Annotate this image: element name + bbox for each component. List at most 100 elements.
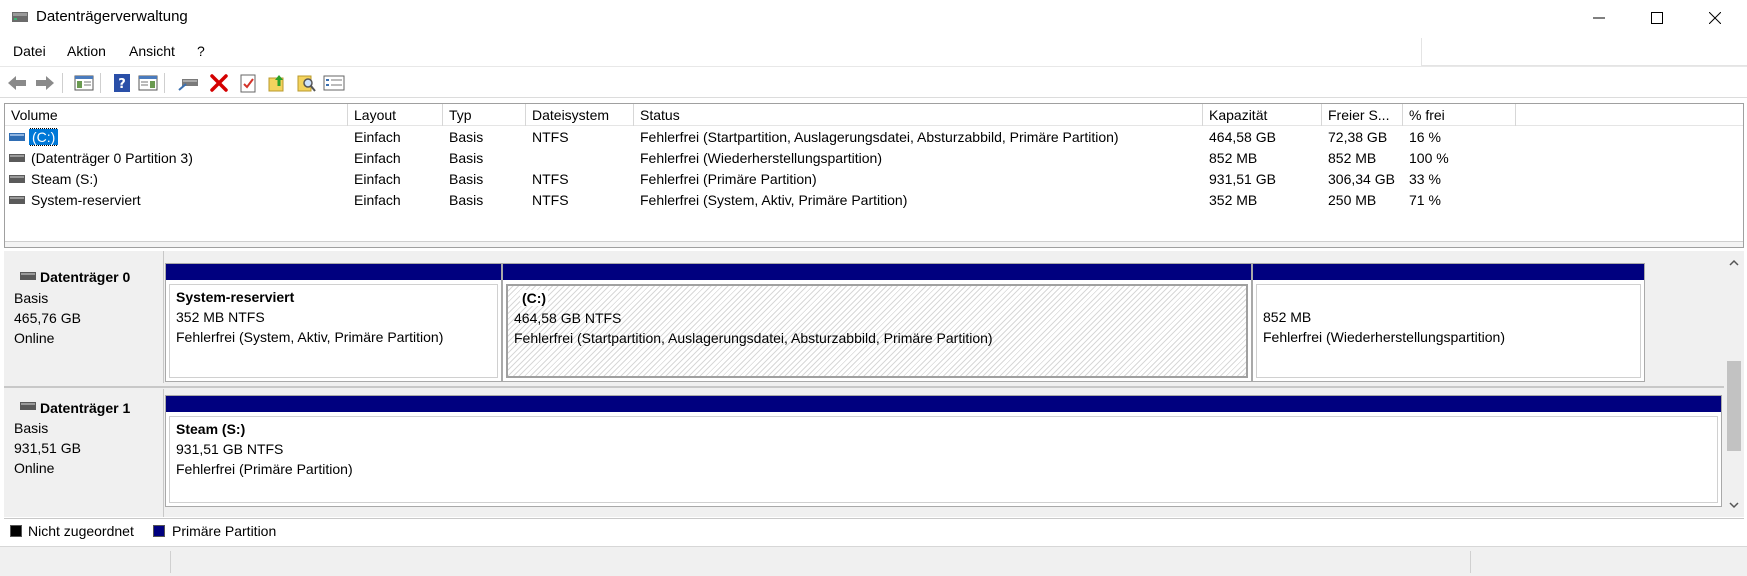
partition-bar bbox=[1253, 264, 1644, 280]
menu-help[interactable]: ? bbox=[197, 43, 205, 59]
up-folder-icon bbox=[268, 75, 284, 92]
partition-recovery[interactable]: 852 MB Fehlerfrei (Wiederherstellungspar… bbox=[1252, 263, 1645, 382]
up-folder-button[interactable] bbox=[266, 72, 288, 94]
volume-row-system-reserviert[interactable]: System-reserviert Einfach Basis NTFS Feh… bbox=[5, 190, 1743, 211]
menu-ansicht[interactable]: Ansicht bbox=[129, 43, 175, 59]
volume-list-horizontal-scrollbar[interactable] bbox=[5, 241, 1743, 247]
partition-c[interactable]: (C:) 464,58 GB NTFS Fehlerfrei (Startpar… bbox=[502, 263, 1252, 382]
disk-1-info[interactable]: Datenträger 1 Basis 931,51 GB Online bbox=[4, 389, 164, 517]
title-bar: Datenträgerverwaltung bbox=[0, 0, 1747, 36]
toolbar: ? bbox=[0, 66, 1747, 98]
volume-kapazitaet: 931,51 GB bbox=[1209, 171, 1276, 187]
disk-0-info[interactable]: Datenträger 0 Basis 465,76 GB Online bbox=[4, 251, 164, 383]
connect-drive-button[interactable] bbox=[178, 72, 200, 94]
column-header-status[interactable]: Status bbox=[634, 104, 1203, 126]
legend-unallocated-label: Nicht zugeordnet bbox=[28, 523, 134, 539]
volume-layout: Einfach bbox=[354, 129, 401, 145]
partition-system-reserviert[interactable]: System-reserviert 352 MB NTFS Fehlerfrei… bbox=[165, 263, 502, 382]
volume-prozent-frei: 100 % bbox=[1409, 150, 1449, 166]
disk-1-size: 931,51 GB bbox=[14, 440, 81, 456]
volume-prozent-frei: 33 % bbox=[1409, 171, 1441, 187]
forward-arrow-icon bbox=[36, 76, 54, 90]
volume-status: Fehlerfrei (Wiederherstellungspartition) bbox=[640, 150, 882, 166]
volume-typ: Basis bbox=[449, 192, 484, 208]
volume-icon bbox=[9, 133, 25, 141]
toolbar-separator bbox=[100, 73, 101, 93]
properties-icon bbox=[240, 74, 256, 93]
scroll-down-icon[interactable] bbox=[1728, 499, 1740, 511]
partition-status: Fehlerfrei (System, Aktiv, Primäre Parti… bbox=[176, 329, 444, 345]
volume-name: (C:) bbox=[29, 128, 59, 146]
disk-0-name: Datenträger 0 bbox=[40, 269, 131, 285]
forward-button[interactable] bbox=[34, 72, 56, 94]
svg-text:?: ? bbox=[118, 77, 126, 92]
menu-datei[interactable]: Datei bbox=[13, 43, 46, 59]
connect-drive-icon bbox=[178, 79, 198, 91]
volume-name: Steam (S:) bbox=[31, 171, 98, 187]
volume-row-c[interactable]: (C:) Einfach Basis NTFS Fehlerfrei (Star… bbox=[5, 127, 1743, 148]
rescan-button[interactable] bbox=[295, 72, 317, 94]
partition-name: (C:) bbox=[520, 290, 549, 306]
close-button[interactable] bbox=[1686, 0, 1744, 36]
volume-typ: Basis bbox=[449, 129, 484, 145]
toolbar-separator bbox=[62, 73, 63, 93]
show-action-pane-button[interactable] bbox=[137, 72, 159, 94]
toolbar-separator bbox=[164, 73, 165, 93]
volume-row-steam[interactable]: Steam (S:) Einfach Basis NTFS Fehlerfrei… bbox=[5, 169, 1743, 190]
partition-name: System-reserviert bbox=[176, 289, 295, 305]
scrollbar-thumb[interactable] bbox=[1727, 361, 1741, 451]
minimize-button[interactable] bbox=[1570, 0, 1628, 36]
back-button[interactable] bbox=[6, 72, 28, 94]
help-button[interactable]: ? bbox=[111, 72, 133, 94]
partition-size: 464,58 GB NTFS bbox=[514, 310, 622, 326]
disk-1-state: Online bbox=[14, 460, 55, 476]
partition-steam[interactable]: Steam (S:) 931,51 GB NTFS Fehlerfrei (Pr… bbox=[165, 395, 1722, 507]
close-icon bbox=[1709, 12, 1721, 24]
volume-list-header: Volume Layout Typ Dateisystem Status Kap… bbox=[5, 104, 1743, 126]
legend-primary-swatch bbox=[153, 525, 165, 537]
menu-bar-right-area bbox=[1421, 38, 1747, 66]
volume-row-partition-3[interactable]: (Datenträger 0 Partition 3) Einfach Basi… bbox=[5, 148, 1743, 169]
status-bar-separator bbox=[170, 551, 171, 573]
partition-body-selected: (C:) 464,58 GB NTFS Fehlerfrei (Startpar… bbox=[506, 284, 1248, 378]
partition-status: Fehlerfrei (Startpartition, Auslagerungs… bbox=[514, 330, 993, 346]
action-pane-icon bbox=[138, 75, 158, 91]
column-header-typ[interactable]: Typ bbox=[443, 104, 526, 126]
volume-prozent-frei: 16 % bbox=[1409, 129, 1441, 145]
rescan-icon bbox=[297, 75, 316, 92]
back-arrow-icon bbox=[8, 76, 26, 90]
partition-status: Fehlerfrei (Wiederherstellungspartition) bbox=[1263, 329, 1505, 345]
disk-1-type: Basis bbox=[14, 420, 49, 436]
volume-prozent-frei: 71 % bbox=[1409, 192, 1441, 208]
window-title: Datenträgerverwaltung bbox=[36, 8, 188, 25]
properties-button[interactable] bbox=[237, 72, 259, 94]
disk-pane-vertical-scrollbar[interactable] bbox=[1724, 251, 1744, 517]
column-header-layout[interactable]: Layout bbox=[348, 104, 443, 126]
partition-body: Steam (S:) 931,51 GB NTFS Fehlerfrei (Pr… bbox=[169, 416, 1718, 503]
volume-name: (Datenträger 0 Partition 3) bbox=[31, 150, 193, 166]
volume-freier-speicher: 72,38 GB bbox=[1328, 129, 1388, 145]
volume-status: Fehlerfrei (System, Aktiv, Primäre Parti… bbox=[640, 192, 908, 208]
maximize-button[interactable] bbox=[1628, 0, 1686, 36]
column-header-volume[interactable]: Volume bbox=[5, 104, 348, 126]
column-header-freier-speicher[interactable]: Freier S... bbox=[1322, 104, 1403, 126]
column-header-prozent-frei[interactable]: % frei bbox=[1403, 104, 1516, 126]
legend-unallocated-swatch bbox=[10, 525, 22, 537]
column-header-kapazitaet[interactable]: Kapazität bbox=[1203, 104, 1322, 126]
volume-kapazitaet: 352 MB bbox=[1209, 192, 1258, 208]
volume-typ: Basis bbox=[449, 171, 484, 187]
column-header-dateisystem[interactable]: Dateisystem bbox=[526, 104, 634, 126]
disk-graphical-view: Datenträger 0 Basis 465,76 GB Online Sys… bbox=[4, 251, 1724, 517]
scroll-up-icon[interactable] bbox=[1728, 257, 1740, 269]
partition-name: Steam (S:) bbox=[176, 421, 246, 437]
volume-layout: Einfach bbox=[354, 150, 401, 166]
show-console-tree-button[interactable] bbox=[73, 72, 95, 94]
status-bar bbox=[0, 546, 1747, 576]
delete-button[interactable] bbox=[208, 72, 230, 94]
list-view-button[interactable] bbox=[323, 72, 345, 94]
console-tree-icon bbox=[74, 75, 94, 91]
disk-0-size: 465,76 GB bbox=[14, 310, 81, 326]
menu-aktion[interactable]: Aktion bbox=[67, 43, 106, 59]
volume-icon bbox=[9, 196, 25, 204]
status-bar-separator bbox=[1470, 551, 1471, 573]
